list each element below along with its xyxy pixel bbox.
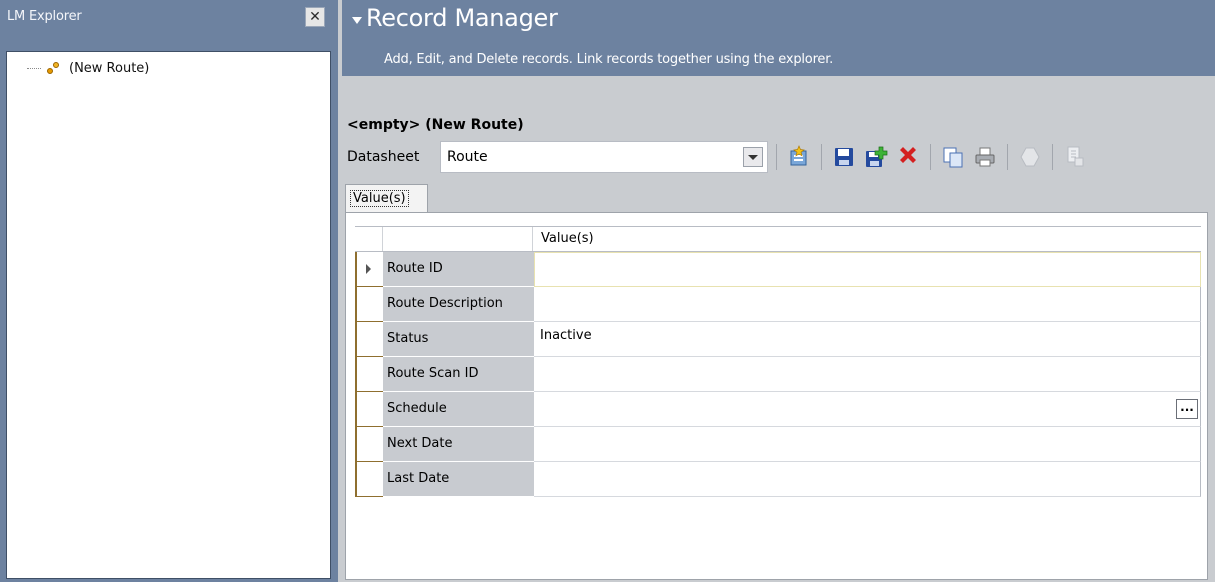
record-manager-panel: Record Manager Add, Edit, and Delete rec… bbox=[338, 0, 1215, 582]
record-manager-banner: Record Manager Add, Edit, and Delete rec… bbox=[342, 0, 1215, 76]
row-selector[interactable] bbox=[355, 322, 383, 357]
row-selector[interactable] bbox=[355, 252, 383, 287]
grid-header-field bbox=[383, 227, 533, 251]
explorer-header: LM Explorer ✕ bbox=[0, 0, 338, 34]
record-title: <empty> (New Route) bbox=[347, 117, 524, 133]
row-selector[interactable] bbox=[355, 357, 383, 392]
lm-explorer-panel: LM Explorer ✕ (New Route) bbox=[0, 0, 338, 582]
toolbar-divider bbox=[930, 144, 931, 170]
table-row-schedule[interactable]: Schedule ... bbox=[355, 392, 1201, 427]
tab-values[interactable]: Value(s) bbox=[345, 184, 428, 212]
grid-header-selector bbox=[355, 227, 383, 251]
table-row-route-scan-id[interactable]: Route Scan ID bbox=[355, 357, 1201, 392]
value-cell[interactable]: Inactive bbox=[534, 322, 1201, 357]
new-record-icon[interactable] bbox=[787, 145, 811, 169]
schedule-ellipsis-button[interactable]: ... bbox=[1176, 399, 1198, 419]
field-label: Route Scan ID bbox=[383, 357, 534, 392]
collapse-arrow-icon[interactable] bbox=[352, 17, 362, 24]
chevron-down-icon[interactable] bbox=[743, 147, 763, 167]
table-row-route-description[interactable]: Route Description bbox=[355, 287, 1201, 322]
report-icon bbox=[1063, 145, 1087, 169]
field-label: Last Date bbox=[383, 462, 534, 497]
field-label: Status bbox=[383, 322, 534, 357]
value-cell[interactable] bbox=[534, 392, 1201, 427]
query-icon bbox=[1018, 145, 1042, 169]
row-selector[interactable] bbox=[355, 427, 383, 462]
field-label: Next Date bbox=[383, 427, 534, 462]
datasheet-value: Route bbox=[447, 149, 488, 165]
page-subtitle: Add, Edit, and Delete records. Link reco… bbox=[384, 52, 834, 67]
toolbar-divider bbox=[821, 144, 822, 170]
toolbar-divider bbox=[776, 144, 777, 170]
copy-icon[interactable] bbox=[941, 145, 965, 169]
table-row-next-date[interactable]: Next Date bbox=[355, 427, 1201, 462]
value-cell[interactable] bbox=[534, 287, 1201, 322]
table-row-last-date[interactable]: Last Date bbox=[355, 462, 1201, 497]
toolbar-divider bbox=[1007, 144, 1008, 170]
field-label: Schedule bbox=[383, 392, 534, 427]
value-cell[interactable] bbox=[534, 252, 1201, 287]
values-grid-frame: Value(s) Route ID Route Description Stat… bbox=[345, 212, 1208, 580]
tree-node-new-route[interactable]: (New Route) bbox=[27, 58, 149, 78]
datasheet-select[interactable]: Route bbox=[440, 141, 768, 173]
record-toolbar bbox=[770, 142, 1091, 172]
table-row-status[interactable]: Status Inactive bbox=[355, 322, 1201, 357]
grid-header: Value(s) bbox=[355, 226, 1201, 252]
save-icon[interactable] bbox=[832, 145, 856, 169]
value-cell[interactable] bbox=[534, 357, 1201, 392]
tree-connector bbox=[27, 67, 41, 69]
save-and-new-icon[interactable] bbox=[864, 145, 888, 169]
tab-values-label: Value(s) bbox=[350, 190, 409, 207]
route-icon bbox=[45, 60, 61, 76]
datasheet-label: Datasheet bbox=[347, 149, 420, 165]
row-selector[interactable] bbox=[355, 392, 383, 427]
value-cell[interactable] bbox=[534, 462, 1201, 497]
explorer-tree: (New Route) bbox=[6, 51, 331, 579]
table-row-route-id[interactable]: Route ID bbox=[355, 252, 1201, 287]
row-selector[interactable] bbox=[355, 287, 383, 322]
grid-header-values: Value(s) bbox=[541, 231, 594, 246]
explorer-title: LM Explorer bbox=[7, 9, 82, 24]
row-pointer-icon bbox=[366, 264, 371, 274]
explorer-close-button[interactable]: ✕ bbox=[305, 7, 325, 27]
tree-node-label: (New Route) bbox=[69, 60, 150, 76]
page-title: Record Manager bbox=[366, 4, 558, 32]
field-label: Route ID bbox=[383, 252, 534, 287]
value-cell[interactable] bbox=[534, 427, 1201, 462]
toolbar-divider bbox=[1052, 144, 1053, 170]
delete-icon[interactable] bbox=[896, 145, 920, 169]
row-selector[interactable] bbox=[355, 462, 383, 497]
print-icon[interactable] bbox=[973, 145, 997, 169]
field-label: Route Description bbox=[383, 287, 534, 322]
